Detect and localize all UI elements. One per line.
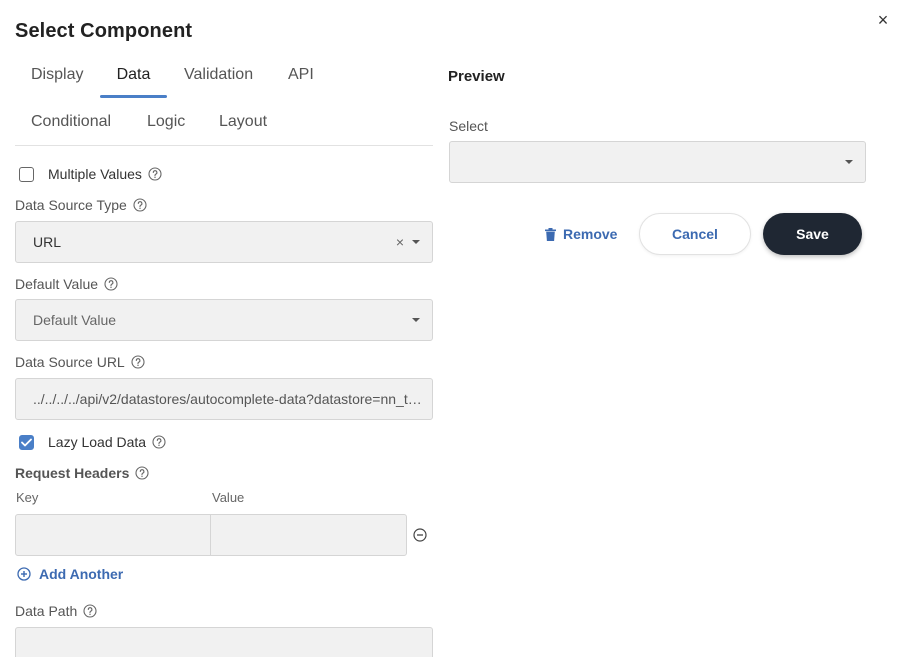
- multiple-values-label: Multiple Values: [48, 166, 142, 182]
- minus-circle-icon[interactable]: [413, 528, 427, 542]
- tabs-divider: [15, 145, 433, 146]
- remove-button[interactable]: Remove: [545, 226, 617, 242]
- remove-label: Remove: [563, 226, 618, 242]
- help-icon[interactable]: [131, 355, 145, 369]
- value-column-header: Value: [212, 490, 245, 505]
- multiple-values-row[interactable]: Multiple Values: [19, 166, 162, 182]
- trash-icon: [545, 227, 556, 241]
- tab-display[interactable]: Display: [31, 52, 83, 98]
- header-value-input[interactable]: [210, 514, 407, 556]
- tab-validation[interactable]: Validation: [184, 52, 253, 98]
- request-headers-label: Request Headers: [15, 465, 149, 481]
- lazy-load-checkbox[interactable]: [19, 434, 34, 450]
- data-path-label: Data Path: [15, 603, 97, 619]
- lazy-load-row[interactable]: Lazy Load Data: [19, 434, 166, 450]
- caret-down-icon[interactable]: [845, 160, 853, 164]
- data-path-label-text: Data Path: [15, 603, 78, 619]
- data-source-url-label: Data Source URL: [15, 354, 145, 370]
- tab-conditional[interactable]: Conditional: [31, 99, 111, 145]
- data-path-input[interactable]: [15, 627, 433, 657]
- data-source-type-label: Data Source Type: [15, 197, 147, 213]
- add-another-button[interactable]: Add Another: [17, 566, 123, 582]
- default-value-select[interactable]: Default Value: [15, 299, 433, 341]
- preview-select[interactable]: [449, 141, 866, 183]
- help-icon[interactable]: [133, 198, 147, 212]
- lazy-load-label: Lazy Load Data: [48, 434, 147, 450]
- dialog-title: Select Component: [15, 20, 193, 42]
- save-button[interactable]: Save: [763, 213, 862, 255]
- multiple-values-checkbox[interactable]: [19, 166, 34, 182]
- help-icon[interactable]: [135, 466, 149, 480]
- tab-layout[interactable]: Layout: [219, 99, 267, 145]
- preview-title: Preview: [448, 68, 505, 85]
- clear-icon[interactable]: ×: [396, 234, 404, 250]
- data-source-type-select[interactable]: URL ×: [15, 221, 433, 263]
- header-key-input[interactable]: [15, 514, 211, 556]
- data-source-type-label-text: Data Source Type: [15, 197, 127, 213]
- caret-down-icon[interactable]: [412, 318, 420, 322]
- tab-logic[interactable]: Logic: [147, 99, 185, 145]
- data-source-type-value: URL: [33, 234, 62, 250]
- plus-circle-icon: [17, 567, 31, 581]
- add-another-label: Add Another: [39, 566, 124, 582]
- help-icon[interactable]: [152, 435, 166, 449]
- close-icon[interactable]: ×: [874, 11, 892, 29]
- preview-select-label: Select: [449, 118, 488, 134]
- tab-api[interactable]: API: [288, 52, 314, 98]
- data-source-url-input[interactable]: ../../../../api/v2/datastores/autocomple…: [15, 378, 433, 420]
- default-value-label: Default Value: [15, 276, 118, 292]
- tab-data[interactable]: Data: [100, 52, 167, 98]
- cancel-button[interactable]: Cancel: [639, 213, 751, 255]
- key-column-header: Key: [16, 490, 39, 505]
- caret-down-icon[interactable]: [412, 240, 420, 244]
- data-source-url-label-text: Data Source URL: [15, 354, 125, 370]
- help-icon[interactable]: [83, 604, 97, 618]
- request-headers-label-text: Request Headers: [15, 465, 130, 481]
- help-icon[interactable]: [148, 167, 162, 181]
- default-value-placeholder: Default Value: [33, 312, 117, 328]
- data-source-url-value: ../../../../api/v2/datastores/autocomple…: [33, 391, 432, 407]
- checkmark-icon: [21, 438, 32, 446]
- help-icon[interactable]: [104, 277, 118, 291]
- default-value-label-text: Default Value: [15, 276, 99, 292]
